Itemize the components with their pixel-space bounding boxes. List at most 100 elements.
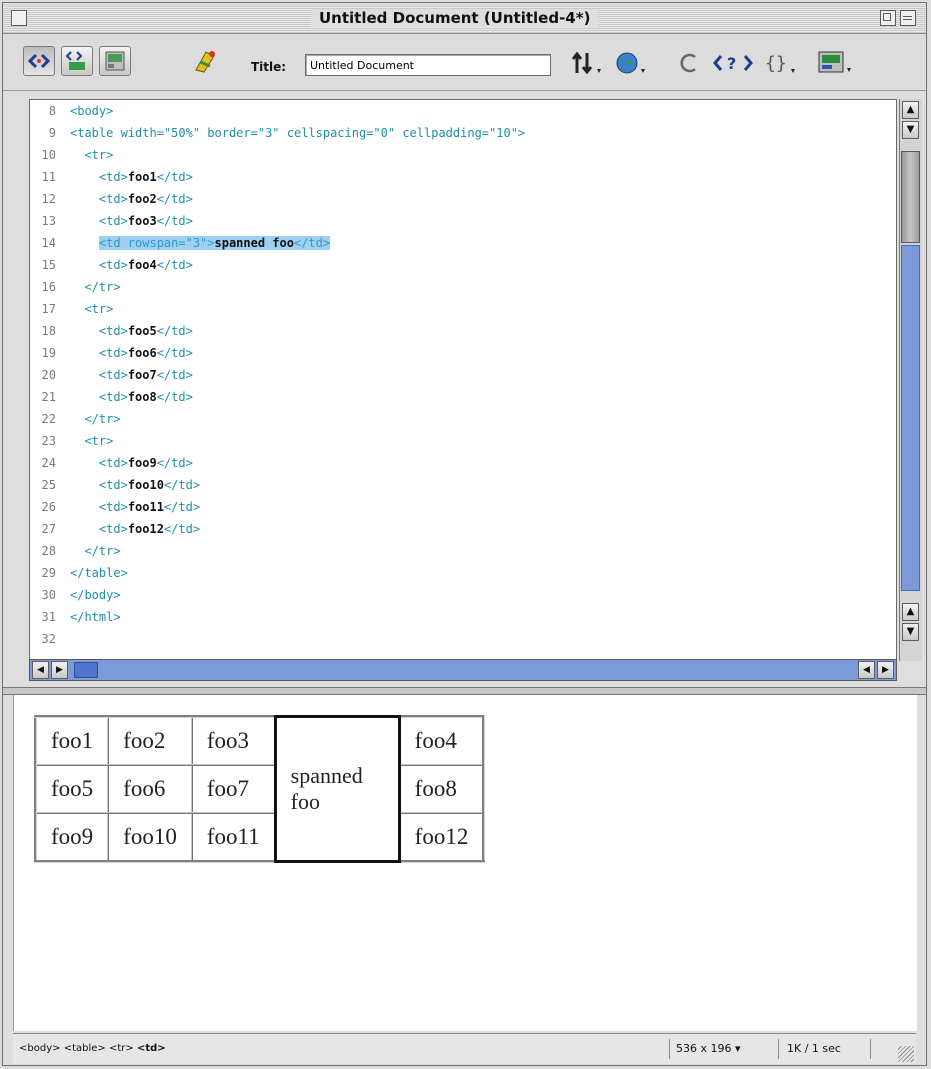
code-line[interactable]: 8 <body> bbox=[30, 100, 890, 122]
refresh-button[interactable] bbox=[679, 50, 701, 76]
zoom-box-icon[interactable] bbox=[880, 10, 896, 26]
scroll-left-icon[interactable]: ◀ bbox=[858, 661, 875, 679]
code-text: <tr> bbox=[70, 302, 113, 316]
resize-grip-icon[interactable] bbox=[898, 1046, 914, 1062]
design-view-icon bbox=[105, 51, 125, 71]
table-cell[interactable]: foo7 bbox=[190, 764, 277, 814]
collapse-box-icon[interactable] bbox=[900, 10, 916, 26]
tag-selector-td[interactable]: <td> bbox=[137, 1043, 166, 1054]
line-number: 20 bbox=[41, 368, 56, 382]
page-title-input[interactable] bbox=[305, 54, 551, 76]
code-line[interactable]: 14 <td rowspan="3">spanned foo</td> bbox=[30, 232, 890, 254]
code-line[interactable]: 21 <td>foo8</td> bbox=[30, 386, 890, 408]
preview-browser-button[interactable] bbox=[615, 50, 649, 76]
table-cell[interactable]: foo5 bbox=[34, 764, 110, 814]
code-line[interactable]: 17 <tr> bbox=[30, 298, 890, 320]
code-tag: </td> bbox=[156, 346, 193, 360]
table-cell[interactable]: foo2 bbox=[107, 715, 193, 766]
pane-splitter[interactable] bbox=[3, 687, 926, 695]
code-text: <table width="50%" border="3" cellspacin… bbox=[70, 126, 525, 140]
window-size-popup[interactable]: 536 x 196 ▾ bbox=[669, 1039, 779, 1059]
code-line[interactable]: 18 <td>foo5</td> bbox=[30, 320, 890, 342]
code-editor[interactable]: 8 <body> 9 <table width="50%" border="3" ce… bbox=[29, 99, 897, 661]
code-tag: </td> bbox=[163, 500, 201, 514]
code-line[interactable]: 25 <td>foo10</td> bbox=[30, 474, 890, 496]
code-tag: </td> bbox=[156, 258, 193, 272]
code-view-button[interactable] bbox=[23, 46, 55, 76]
code-line[interactable]: 31 </html> bbox=[30, 606, 890, 628]
table-cell[interactable]: foo12 bbox=[398, 812, 485, 863]
selected-spanned-cell[interactable]: spanned foo bbox=[273, 715, 401, 863]
scroll-down-icon[interactable]: ▼ bbox=[902, 121, 919, 139]
code-text: <td rowspan="3">spanned foo</td> bbox=[70, 236, 331, 250]
code-text: <td>foo6</td> bbox=[70, 346, 193, 360]
scroll-down-icon[interactable]: ▼ bbox=[902, 623, 919, 641]
code-line[interactable]: 9 <table width="50%" border="3" cellspaci… bbox=[30, 122, 890, 144]
table-cell[interactable]: foo4 bbox=[398, 715, 485, 766]
table-cell[interactable]: foo6 bbox=[107, 764, 193, 814]
scroll-up-icon[interactable]: ▲ bbox=[902, 101, 919, 119]
line-number: 19 bbox=[41, 346, 56, 360]
code-line[interactable]: 24 <td>foo9</td> bbox=[30, 452, 890, 474]
code-line[interactable]: 27 <td>foo12</td> bbox=[30, 518, 890, 540]
code-tag: <td> bbox=[98, 390, 128, 404]
design-view-button[interactable] bbox=[99, 46, 131, 76]
code-horizontal-scrollbar[interactable]: ◀ ▶ ◀ ▶ bbox=[29, 659, 897, 681]
code-line[interactable]: 22 </tr> bbox=[30, 408, 890, 430]
scroll-right-icon[interactable]: ▶ bbox=[877, 661, 894, 679]
code-line[interactable]: 28 </tr> bbox=[30, 540, 890, 562]
tag-selector-tr[interactable]: <tr> bbox=[109, 1043, 134, 1054]
design-view[interactable]: foo1 foo2 foo3 spanned foo foo4 foo5 foo… bbox=[13, 695, 917, 1031]
code-line[interactable]: 11 <td>foo1</td> bbox=[30, 166, 890, 188]
code-tag: <tr> bbox=[84, 148, 114, 162]
line-number: 28 bbox=[41, 544, 56, 558]
code-line[interactable]: 13 <td>foo3</td> bbox=[30, 210, 890, 232]
scroll-track[interactable] bbox=[901, 245, 920, 591]
code-navigation-button[interactable]: {} bbox=[765, 50, 801, 76]
code-line[interactable]: 29 </table> bbox=[30, 562, 890, 584]
code-line[interactable]: 20 <td>foo7</td> bbox=[30, 364, 890, 386]
code-text: <td>foo7</td> bbox=[70, 368, 193, 382]
code-line[interactable]: 32 bbox=[30, 628, 890, 650]
scroll-thumb[interactable] bbox=[901, 151, 920, 243]
table-cell[interactable]: foo3 bbox=[190, 715, 277, 766]
split-view-button[interactable] bbox=[61, 46, 93, 76]
scroll-up-icon[interactable]: ▲ bbox=[902, 603, 919, 621]
code-line[interactable]: 26 <td>foo11</td> bbox=[30, 496, 890, 518]
code-line[interactable]: 15 <td>foo4</td> bbox=[30, 254, 890, 276]
live-data-icon bbox=[195, 51, 215, 73]
line-number: 21 bbox=[41, 390, 56, 404]
table-cell[interactable]: foo8 bbox=[398, 764, 485, 814]
title-bar[interactable]: Untitled Document (Untitled-4*) bbox=[3, 3, 926, 34]
code-vertical-scrollbar[interactable]: ▲ ▼ ▲ ▼ bbox=[899, 99, 922, 661]
horizontal-scroll-thumb[interactable] bbox=[74, 662, 98, 678]
table-cell[interactable]: foo10 bbox=[107, 812, 193, 863]
code-tag: </td> bbox=[156, 324, 193, 338]
view-options-button[interactable] bbox=[817, 50, 857, 76]
line-number: 13 bbox=[41, 214, 56, 228]
tag-selector-table[interactable]: <table> bbox=[64, 1043, 106, 1054]
file-management-button[interactable] bbox=[571, 50, 605, 76]
code-line[interactable]: 10 <tr> bbox=[30, 144, 890, 166]
table-cell[interactable]: foo1 bbox=[34, 715, 110, 766]
code-tag: <td> bbox=[98, 522, 128, 536]
code-line[interactable]: 30 </body> bbox=[30, 584, 890, 606]
code-text: <td>foo11</td> bbox=[70, 500, 200, 514]
close-box-icon[interactable] bbox=[11, 10, 27, 26]
reference-button[interactable]: ? bbox=[713, 50, 753, 76]
preview-table[interactable]: foo1 foo2 foo3 spanned foo foo4 foo5 foo… bbox=[34, 715, 486, 863]
scroll-right-icon[interactable]: ▶ bbox=[51, 661, 68, 679]
code-line[interactable]: 12 <td>foo2</td> bbox=[30, 188, 890, 210]
table-cell[interactable]: foo11 bbox=[190, 812, 277, 863]
code-tag: <body> bbox=[70, 104, 114, 118]
line-number: 8 bbox=[48, 104, 56, 118]
status-bar: <body> <table> <tr> <td> 536 x 196 ▾ 1K … bbox=[13, 1033, 916, 1064]
tag-selector-body[interactable]: <body> bbox=[19, 1043, 61, 1054]
live-data-button[interactable] bbox=[189, 46, 221, 76]
table-cell[interactable]: foo9 bbox=[34, 812, 110, 863]
code-line[interactable]: 16 </tr> bbox=[30, 276, 890, 298]
scroll-left-icon[interactable]: ◀ bbox=[32, 661, 49, 679]
code-line[interactable]: 19 <td>foo6</td> bbox=[30, 342, 890, 364]
code-line[interactable]: 23 <tr> bbox=[30, 430, 890, 452]
code-tag: <td> bbox=[98, 500, 128, 514]
